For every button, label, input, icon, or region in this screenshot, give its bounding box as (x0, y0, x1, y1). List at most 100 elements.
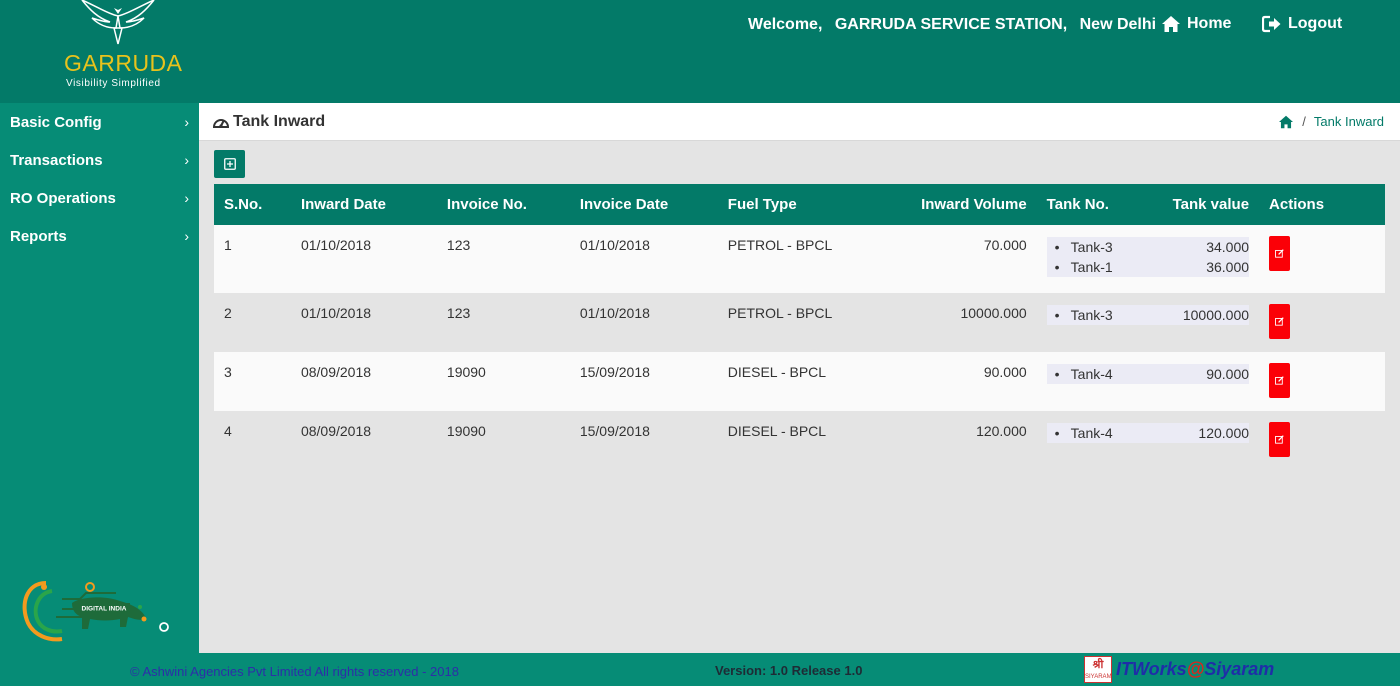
brand-name: GARRUDA (64, 50, 183, 76)
logout-icon (1262, 15, 1281, 33)
sidebar-item-transactions[interactable]: Transactions › (0, 141, 199, 179)
tank-no: Tank-1 (1047, 257, 1113, 277)
siyaram-badge-icon: श्री SIYARAM (1084, 656, 1112, 683)
edit-button[interactable] (1269, 422, 1291, 457)
logout-label: Logout (1288, 15, 1343, 32)
column-header-tank-value[interactable]: Tank value (1162, 184, 1260, 225)
edit-button[interactable] (1269, 304, 1291, 339)
column-header-invoice-date[interactable]: Invoice Date (569, 184, 718, 225)
sidebar-item-label: Basic Config (10, 113, 102, 131)
tank-list-item: Tank-1 36.000 (1047, 257, 1249, 277)
cell-tank-breakdown: Tank-4 120.000 (1037, 411, 1259, 470)
dashboard-icon (213, 118, 229, 128)
eagle-logo-icon (81, 0, 155, 45)
column-header-actions: Actions (1259, 184, 1385, 225)
add-button[interactable] (214, 150, 245, 178)
edit-icon (1275, 249, 1284, 258)
column-header-invoice-no[interactable]: Invoice No. (436, 184, 570, 225)
plus-square-icon (223, 158, 236, 170)
table-header-row: S.No. Inward Date Invoice No. Invoice Da… (214, 184, 1385, 225)
welcome-label: Welcome, (748, 16, 823, 33)
breadcrumb-separator: / (1302, 114, 1306, 129)
cell-inward-volume: 70.000 (983, 237, 1027, 253)
siyaram-prefix: ITWorks (1116, 659, 1187, 679)
cell-actions (1259, 411, 1385, 470)
table-row: 4 08/09/2018 19090 15/09/2018 DIESEL - B… (214, 411, 1385, 470)
column-header-tank-no[interactable]: Tank No. (1036, 184, 1163, 225)
column-header-sno[interactable]: S.No. (214, 184, 291, 225)
sidebar-item-basic-config[interactable]: Basic Config › (0, 103, 199, 141)
main-content: Tank Inward / Tank Inward S.No. Inward D… (199, 103, 1400, 653)
cell-invoice-no: 19090 (446, 423, 486, 439)
cell-sno: 4 (224, 423, 232, 439)
tank-list-item: Tank-3 34.000 (1047, 237, 1249, 257)
tank-list-item: Tank-3 10000.000 (1047, 305, 1249, 325)
tank-list: Tank-4 120.000 (1046, 423, 1250, 443)
column-header-inward-volume[interactable]: Inward Volume (859, 184, 1037, 225)
tank-no: Tank-3 (1047, 237, 1113, 257)
chevron-right-icon: › (184, 228, 189, 244)
tank-value: 120.000 (1198, 425, 1250, 441)
cell-invoice-date: 01/10/2018 (579, 237, 650, 253)
table-row: 2 01/10/2018 123 01/10/2018 PETROL - BPC… (214, 293, 1385, 352)
page-title: Tank Inward (213, 113, 325, 131)
brand-logo[interactable]: GARRUDA Visibility Simplified (0, 0, 199, 103)
tank-inward-table: S.No. Inward Date Invoice No. Invoice Da… (214, 184, 1385, 470)
cell-inward-volume: 90.000 (983, 364, 1027, 380)
sidebar-item-reports[interactable]: Reports › (0, 217, 199, 255)
tank-list: Tank-3 10000.000 (1046, 305, 1250, 325)
cell-inward-volume: 10000.000 (960, 305, 1027, 321)
tank-list-item: Tank-4 90.000 (1047, 364, 1249, 384)
sidebar-item-label: Transactions (10, 151, 103, 169)
column-header-inward-date[interactable]: Inward Date (290, 184, 437, 225)
tank-list-item: Tank-4 120.000 (1047, 423, 1249, 443)
cell-inward-date: 01/10/2018 (300, 237, 372, 253)
cell-tank-breakdown: Tank-4 90.000 (1037, 352, 1259, 411)
logout-link[interactable]: Logout (1262, 15, 1342, 33)
siyaram-wordmark: ITWorks@Siyaram (1116, 659, 1274, 680)
sidebar: Basic Config › Transactions › RO Operati… (0, 103, 199, 653)
sidebar-item-ro-operations[interactable]: RO Operations › (0, 179, 199, 217)
home-icon[interactable] (1278, 115, 1294, 129)
cell-invoice-date: 15/09/2018 (579, 423, 650, 439)
tank-value: 10000.000 (1182, 307, 1250, 323)
cell-invoice-date: 01/10/2018 (579, 305, 650, 321)
table-row: 3 08/09/2018 19090 15/09/2018 DIESEL - B… (214, 352, 1385, 411)
cell-actions (1259, 352, 1385, 411)
tank-list: Tank-4 90.000 (1046, 364, 1250, 384)
cell-fuel-type: PETROL - BPCL (727, 305, 833, 321)
tank-list: Tank-3 34.000 Tank-1 36.000 (1046, 237, 1250, 277)
edit-icon (1275, 317, 1284, 326)
edit-icon (1275, 376, 1284, 385)
home-icon (1162, 16, 1180, 32)
sidebar-item-label: RO Operations (10, 189, 116, 207)
home-label: Home (1187, 15, 1232, 32)
brand-tagline: Visibility Simplified (66, 78, 161, 89)
cell-invoice-no: 123 (446, 305, 471, 321)
cell-inward-date: 08/09/2018 (300, 423, 372, 439)
cell-invoice-no: 19090 (446, 364, 486, 380)
siyaram-at: @ (1186, 659, 1205, 679)
breadcrumb-current[interactable]: Tank Inward (1314, 114, 1384, 129)
column-header-fuel-type[interactable]: Fuel Type (717, 184, 860, 225)
tank-value: 90.000 (1206, 366, 1250, 382)
top-header: GARRUDA Visibility Simplified Welcome, G… (0, 0, 1400, 103)
cell-fuel-type: DIESEL - BPCL (727, 423, 827, 439)
cell-actions (1259, 293, 1385, 352)
siyaram-badge-text: SIYARAM (1085, 674, 1112, 680)
siyaram-brand[interactable]: श्री SIYARAM ITWorks@Siyaram (1084, 656, 1274, 683)
edit-button[interactable] (1269, 363, 1291, 398)
chevron-right-icon: › (184, 114, 189, 130)
digital-india-text: DIGITAL INDIA (82, 606, 127, 613)
cell-sno: 3 (224, 364, 232, 380)
cell-fuel-type: PETROL - BPCL (727, 237, 833, 253)
cell-fuel-type: DIESEL - BPCL (727, 364, 827, 380)
chevron-right-icon: › (184, 152, 189, 168)
tank-no: Tank-3 (1047, 305, 1113, 325)
home-link[interactable]: Home (1161, 15, 1231, 33)
edit-button[interactable] (1269, 236, 1291, 271)
cell-invoice-date: 15/09/2018 (579, 364, 650, 380)
tank-no: Tank-4 (1047, 364, 1113, 384)
siyaram-suffix: Siyaram (1204, 659, 1275, 679)
welcome-message: Welcome, GARRUDA SERVICE STATION, New De… (748, 16, 1164, 34)
